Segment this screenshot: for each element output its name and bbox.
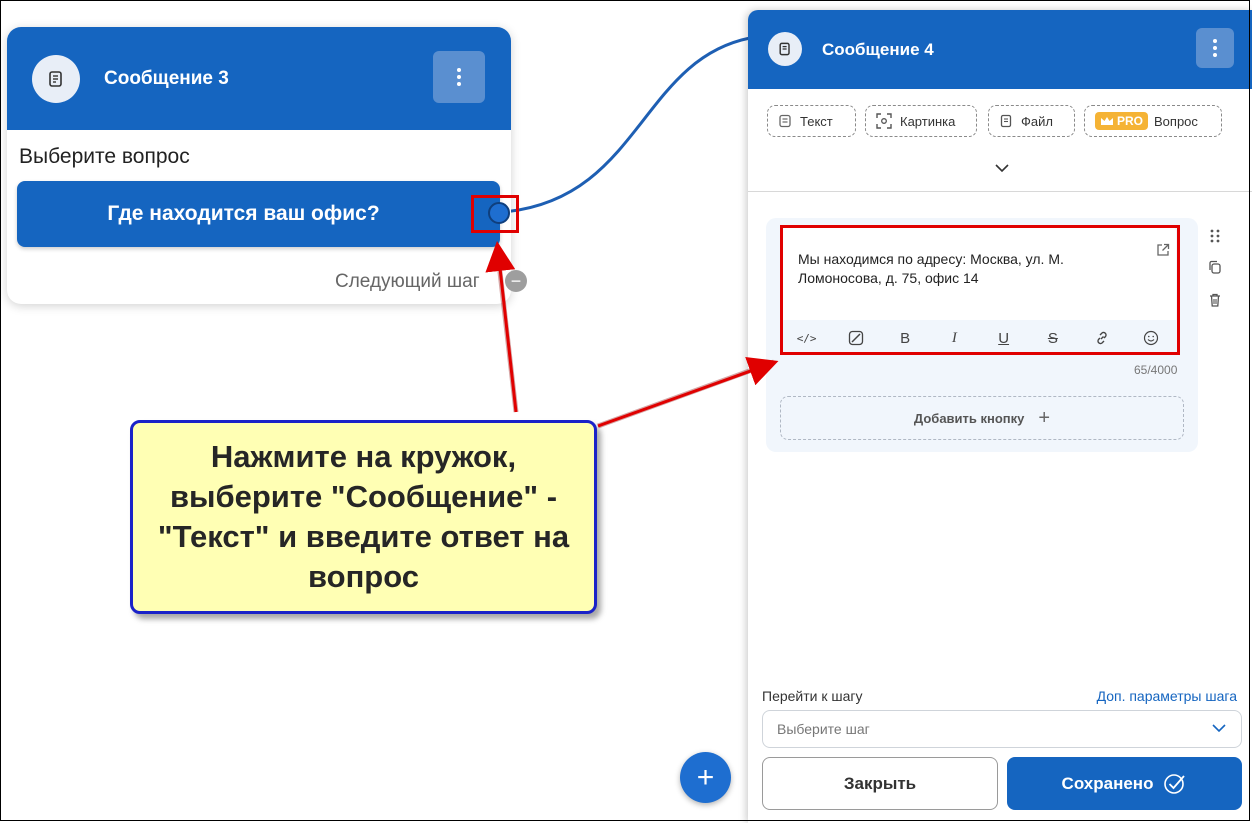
pro-badge: PRO: [1095, 112, 1149, 130]
more-vert-icon: [457, 68, 461, 86]
type-text-label: Текст: [800, 113, 833, 129]
highlight-box-editor: [780, 225, 1180, 355]
type-question-label: Вопрос: [1154, 113, 1198, 129]
node-menu-button[interactable]: [433, 51, 485, 103]
instruction-callout: Нажмите на кружок, выберите "Сообщение" …: [130, 420, 597, 614]
trash-icon[interactable]: [1208, 292, 1222, 308]
text-icon: [779, 114, 791, 128]
expand-chevron-icon[interactable]: [994, 163, 1010, 173]
close-button[interactable]: Закрыть: [762, 757, 998, 810]
type-image-label: Картинка: [900, 113, 956, 129]
type-file-button[interactable]: Файл: [988, 105, 1075, 137]
node-question-text: Выберите вопрос: [19, 145, 190, 168]
plus-icon: +: [1038, 406, 1051, 429]
block-side-tools: [1208, 228, 1222, 308]
goto-step-select[interactable]: Выберите шаг: [762, 710, 1242, 748]
next-step-label: Следующий шаг: [335, 271, 480, 292]
crown-icon: [1101, 117, 1113, 125]
node-title: Сообщение 3: [104, 68, 229, 89]
character-counter: 65/4000: [1134, 363, 1178, 377]
check-circle-icon: [1164, 773, 1186, 794]
message-type-icon: [32, 55, 80, 103]
highlight-box-connector: [471, 195, 519, 233]
add-button-label: Добавить кнопку: [913, 410, 1025, 426]
type-text-button[interactable]: Текст: [767, 105, 856, 137]
document-icon: [49, 71, 62, 87]
save-button-label: Сохранено: [1061, 773, 1154, 793]
type-question-button[interactable]: PRO Вопрос: [1084, 105, 1222, 137]
step-params-link[interactable]: Доп. параметры шага: [1097, 688, 1237, 704]
image-icon: [876, 113, 892, 129]
chevron-down-icon: [1212, 724, 1226, 733]
goto-step-label: Перейти к шагу: [762, 688, 863, 704]
message-node-card[interactable]: Сообщение 3 Выберите вопрос Где находитс…: [7, 27, 527, 304]
document-icon: [779, 42, 790, 56]
content-type-bar: Текст Картинка Файл PRO Вопрос: [748, 89, 1252, 192]
drag-handle-icon[interactable]: [1208, 228, 1222, 244]
add-node-fab[interactable]: +: [680, 752, 731, 803]
node-header: Сообщение 3: [7, 27, 511, 130]
add-button-button[interactable]: Добавить кнопку +: [780, 396, 1184, 440]
copy-icon[interactable]: [1208, 260, 1222, 276]
file-icon: [1000, 114, 1012, 128]
panel-menu-button[interactable]: [1196, 28, 1234, 68]
panel-header: Сообщение 4: [748, 10, 1252, 89]
goto-step-placeholder: Выберите шаг: [777, 721, 870, 737]
pro-badge-label: PRO: [1117, 114, 1144, 128]
panel-type-icon: [768, 32, 802, 66]
message-editor-panel: Сообщение 4 Текст Картинка Файл PRO Вопр…: [748, 10, 1252, 823]
next-step-connector-icon[interactable]: −: [505, 270, 527, 292]
type-image-button[interactable]: Картинка: [865, 105, 977, 137]
answer-option-button[interactable]: Где находится ваш офис?: [17, 181, 500, 247]
more-vert-icon: [1213, 39, 1217, 57]
panel-title: Сообщение 4: [822, 40, 934, 59]
type-file-label: Файл: [1021, 113, 1053, 129]
save-button[interactable]: Сохранено: [1007, 757, 1242, 810]
node-connector-line: [502, 36, 751, 214]
